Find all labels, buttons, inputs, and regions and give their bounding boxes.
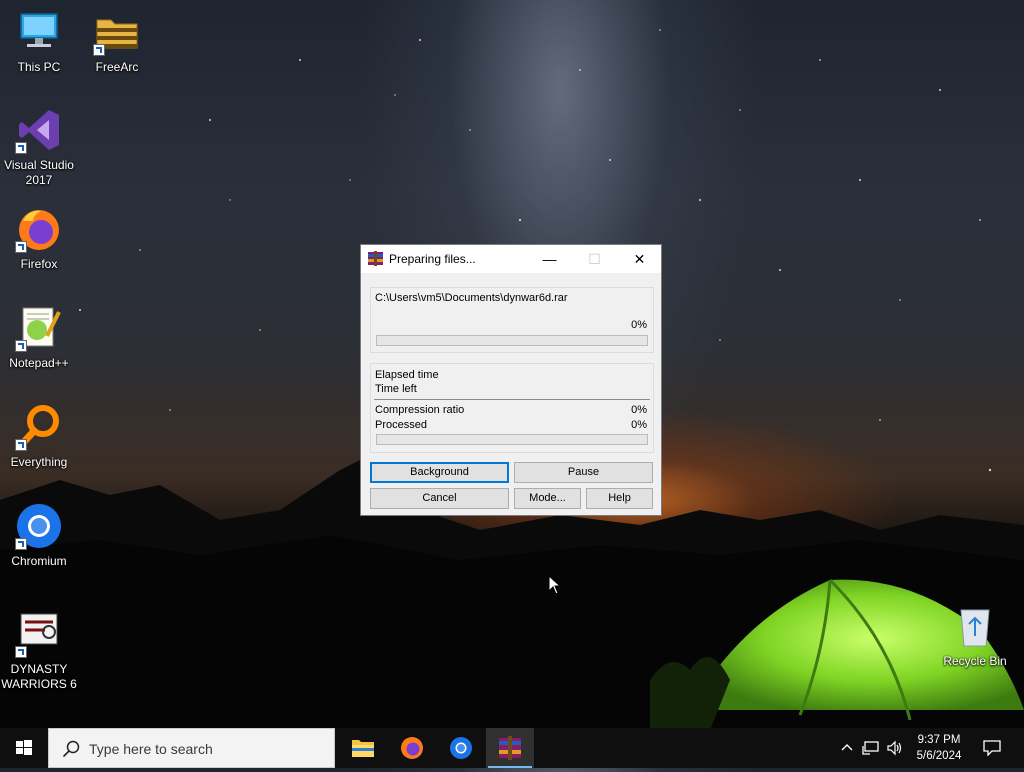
desktop-icon-label: This PC [17, 60, 61, 74]
mode-button[interactable]: Mode... [514, 488, 581, 509]
pause-button[interactable]: Pause [514, 462, 653, 483]
desktop-icon-everything[interactable]: Everything [0, 403, 78, 470]
shortcut-arrow-icon [15, 646, 27, 658]
chevron-up-icon[interactable] [840, 741, 854, 755]
minimize-icon: — [542, 251, 557, 267]
shortcut-arrow-icon [15, 538, 27, 550]
taskbar-clock[interactable]: 9:37 PM 5/6/2024 [908, 732, 970, 764]
chromium-icon [15, 502, 63, 550]
background-button[interactable]: Background [370, 462, 509, 483]
volume-icon[interactable] [886, 740, 904, 756]
processed-progress-bar [376, 434, 648, 445]
shortcut-arrow-icon [15, 439, 27, 451]
recycle-bin-icon [951, 602, 999, 650]
compression-ratio-value: 0% [631, 404, 647, 416]
taskbar-firefox[interactable] [388, 728, 436, 768]
winrar-progress-dialog: Preparing files... — ☐ ✕ C:\Users\vm5\Do… [360, 244, 662, 516]
visual-studio-icon [15, 106, 63, 154]
file-progress-bar [376, 335, 648, 346]
taskbar-file-explorer[interactable] [339, 728, 387, 768]
taskbar-winrar[interactable] [486, 728, 534, 768]
dynasty-warriors-icon [15, 610, 63, 658]
desktop-icon-label: Chromium [11, 554, 67, 568]
search-placeholder: Type here to search [89, 741, 213, 757]
file-explorer-icon [352, 740, 374, 757]
search-icon [62, 740, 80, 758]
computer-icon [15, 8, 63, 56]
processed-value: 0% [631, 419, 647, 431]
maximize-icon: ☐ [588, 251, 601, 267]
winrar-icon [499, 736, 521, 760]
desktop-icon-freearc[interactable]: FreeArc [78, 8, 156, 75]
chromium-icon [450, 737, 472, 759]
taskbar-chromium[interactable] [437, 728, 485, 768]
desktop-icon-chromium[interactable]: Chromium [0, 502, 78, 569]
desktop-icon-recycle-bin[interactable]: Recycle Bin [936, 602, 1014, 669]
shortcut-arrow-icon [15, 241, 27, 253]
elapsed-time-label: Elapsed time [375, 369, 439, 381]
minimize-button[interactable]: — [527, 245, 572, 273]
shortcut-arrow-icon [15, 340, 27, 352]
processed-label: Processed [375, 419, 427, 431]
windows-logo-icon [16, 740, 32, 755]
notification-icon [983, 740, 1001, 756]
action-center-button[interactable] [978, 728, 1008, 768]
start-button[interactable] [0, 728, 48, 768]
cancel-button[interactable]: Cancel [370, 488, 509, 509]
maximize-button[interactable]: ☐ [572, 245, 617, 273]
desktop-icon-label: Firefox [20, 257, 58, 271]
stats-group: Elapsed time Time left Compression ratio… [370, 363, 654, 453]
winrar-icon [368, 251, 383, 266]
desktop-icon-label: Recycle Bin [943, 654, 1007, 668]
dialog-title: Preparing files... [389, 252, 476, 266]
time-left-label: Time left [375, 383, 417, 395]
everything-search-icon [15, 403, 63, 451]
desktop-icon-label: DYNASTY WARRIORS 6 [1, 662, 77, 691]
desktop-icon-this-pc[interactable]: This PC [0, 8, 78, 75]
desktop-icon-notepad-plus-plus[interactable]: Notepad++ [0, 304, 78, 371]
desktop-icon-label: Notepad++ [9, 356, 69, 370]
mouse-cursor-icon [548, 575, 562, 595]
divider [374, 399, 650, 400]
file-path: C:\Users\vm5\Documents\dynwar6d.rar [375, 292, 568, 304]
network-icon[interactable] [862, 740, 880, 756]
taskbar: Type here to search 9:37 PM 5/6/2024 [0, 728, 1024, 768]
desktop-icon-visual-studio[interactable]: Visual Studio 2017 [0, 106, 78, 188]
notepad-plus-plus-icon [15, 304, 63, 352]
file-progress-group: C:\Users\vm5\Documents\dynwar6d.rar 0% [370, 287, 654, 353]
shortcut-arrow-icon [15, 142, 27, 154]
desktop-icon-firefox[interactable]: Firefox [0, 205, 78, 272]
firefox-icon [15, 205, 63, 253]
desktop-icon-label: Visual Studio 2017 [4, 158, 74, 187]
file-percent: 0% [631, 319, 647, 331]
close-icon: ✕ [633, 251, 646, 267]
dialog-titlebar[interactable]: Preparing files... — ☐ ✕ [361, 245, 661, 273]
search-box[interactable]: Type here to search [48, 728, 335, 768]
system-tray [836, 728, 908, 768]
close-button[interactable]: ✕ [617, 245, 662, 273]
desktop-icon-label: FreeArc [95, 60, 139, 74]
archive-folder-icon [93, 8, 141, 56]
help-button[interactable]: Help [586, 488, 653, 509]
firefox-icon [401, 737, 423, 759]
shortcut-arrow-icon [93, 44, 105, 56]
desktop-icon-dynasty-warriors-6[interactable]: DYNASTY WARRIORS 6 [0, 610, 78, 692]
clock-date: 5/6/2024 [916, 750, 962, 762]
compression-ratio-label: Compression ratio [375, 404, 465, 416]
clock-time: 9:37 PM [917, 734, 961, 746]
desktop-icon-label: Everything [10, 455, 68, 469]
